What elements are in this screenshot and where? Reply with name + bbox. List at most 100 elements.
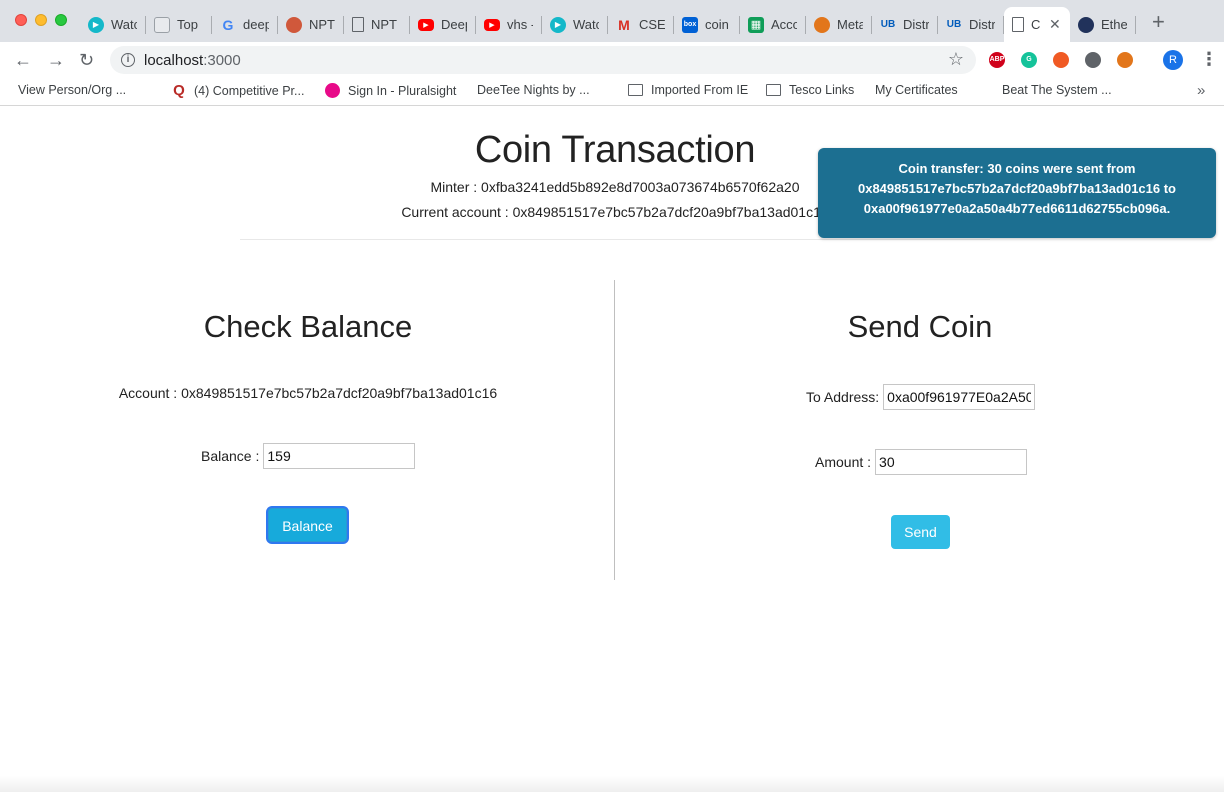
minimize-window-button[interactable] bbox=[35, 14, 47, 26]
tab-7[interactable]: ▶ Watc bbox=[542, 7, 608, 42]
bookmark-label: Sign In - Pluralsight bbox=[348, 83, 457, 98]
tab-0[interactable]: ▶ Watc bbox=[80, 7, 146, 42]
bookmark-label: Beat The System ... bbox=[1002, 83, 1112, 97]
folder-icon bbox=[628, 84, 643, 96]
address-bar[interactable]: i localhost:3000 ☆ bbox=[110, 46, 976, 74]
send-button[interactable]: Send bbox=[891, 515, 950, 549]
tab-label: Distr bbox=[903, 17, 929, 32]
bookmark-item[interactable]: Beat The System ... bbox=[1002, 83, 1112, 204]
tab-14[interactable]: C ✕ bbox=[1004, 7, 1070, 42]
balance-button[interactable]: Balance bbox=[268, 508, 347, 542]
nptel-icon bbox=[286, 16, 302, 33]
url-text: localhost:3000 bbox=[144, 52, 241, 69]
to-address-input[interactable] bbox=[883, 384, 1036, 410]
bookmark-star-icon[interactable]: ☆ bbox=[948, 49, 964, 70]
header-divider bbox=[240, 239, 990, 240]
sheets-icon: ▦ bbox=[748, 16, 764, 33]
to-address-row: To Address: bbox=[806, 384, 1036, 410]
bookmark-item[interactable]: Q (4) Competitive Pr... bbox=[172, 83, 304, 99]
tab-10[interactable]: ▦ Acco bbox=[740, 7, 806, 42]
tab-13[interactable]: UB Distr bbox=[938, 7, 1004, 42]
balance-row: Balance : bbox=[201, 443, 416, 469]
metamask-extension-icon[interactable] bbox=[1117, 52, 1133, 68]
bookmark-label: View Person/Org ... bbox=[18, 83, 127, 97]
bookmark-item[interactable]: My Certificates bbox=[875, 83, 958, 204]
check-balance-heading: Check Balance bbox=[203, 309, 413, 344]
tab-label: Watc bbox=[573, 17, 599, 32]
forward-button[interactable]: → bbox=[47, 50, 65, 70]
box-icon: box bbox=[682, 16, 698, 33]
tab-1[interactable]: Top bbox=[146, 7, 212, 42]
transfer-notification[interactable]: Coin transfer: 30 coins were sent from 0… bbox=[818, 148, 1216, 238]
amount-input[interactable] bbox=[875, 449, 1028, 475]
image-icon bbox=[154, 16, 170, 33]
reload-button[interactable]: ↻ bbox=[79, 50, 94, 70]
tab-15[interactable]: Ethe bbox=[1070, 7, 1136, 42]
close-tab-icon[interactable]: ✕ bbox=[1049, 16, 1061, 33]
tab-12[interactable]: UB Distr bbox=[872, 7, 938, 42]
youtube-icon: ▶ bbox=[418, 18, 434, 31]
tab-label: Ethe bbox=[1101, 17, 1127, 32]
balance-label: Balance : bbox=[201, 448, 260, 464]
tab-4[interactable]: NPTE bbox=[344, 7, 410, 42]
amount-row: Amount : bbox=[815, 449, 1028, 475]
flame-extension-icon[interactable] bbox=[1053, 52, 1069, 68]
play-circle-icon: ▶ bbox=[550, 16, 566, 33]
ub-icon: UB bbox=[946, 19, 962, 30]
gmail-icon: M bbox=[618, 16, 630, 33]
youtube-icon: ▶ bbox=[484, 18, 500, 31]
tab-6[interactable]: ▶ vhs - bbox=[476, 7, 542, 42]
grammarly-icon[interactable]: G bbox=[1021, 52, 1037, 68]
tab-label: Deep bbox=[441, 17, 467, 32]
tab-label: Top bbox=[177, 17, 198, 32]
send-coin-heading: Send Coin bbox=[847, 309, 993, 344]
tab-11[interactable]: Meta bbox=[806, 7, 872, 42]
new-tab-button[interactable]: + bbox=[1152, 11, 1165, 33]
bookmark-label: My Certificates bbox=[875, 83, 958, 97]
bookmark-item[interactable]: View Person/Org ... bbox=[18, 83, 127, 204]
tab-8[interactable]: M CSE bbox=[608, 7, 674, 42]
etherscan-icon bbox=[1078, 16, 1094, 33]
tab-strip: ▶ Watc Top Gdeep NPTE NPTE ▶ Deep ▶ vhs - ▶ Watc M CS… bbox=[0, 0, 1224, 42]
google-icon: G bbox=[222, 16, 234, 33]
tab-label: Watc bbox=[111, 17, 137, 32]
page-icon bbox=[352, 17, 364, 32]
tab-9[interactable]: box coin bbox=[674, 7, 740, 42]
maximize-window-button[interactable] bbox=[55, 14, 67, 26]
tab-label: NPTE bbox=[309, 17, 335, 32]
bookmark-label: Imported From IE bbox=[651, 83, 749, 97]
browser-toolbar: ← → ↻ i localhost:3000 ☆ ABP G R ⋮ bbox=[0, 42, 1224, 78]
to-address-label: To Address: bbox=[806, 389, 880, 405]
tab-label: Acco bbox=[771, 17, 797, 32]
bookmark-item[interactable]: DeeTee Nights by ... bbox=[477, 83, 590, 204]
profile-avatar[interactable]: R bbox=[1163, 50, 1183, 70]
page-icon bbox=[1012, 17, 1024, 32]
bookmark-item[interactable]: Imported From IE bbox=[628, 83, 748, 97]
bookmarks-overflow-icon[interactable]: » bbox=[1197, 82, 1205, 99]
tab-5[interactable]: ▶ Deep bbox=[410, 7, 476, 42]
amount-label: Amount : bbox=[815, 454, 872, 470]
close-window-button[interactable] bbox=[15, 14, 27, 26]
tab-label: vhs - bbox=[507, 17, 533, 32]
bookmark-label: Tesco Links bbox=[789, 83, 855, 97]
browser-menu-icon[interactable]: ⋮ bbox=[1200, 48, 1218, 70]
quora-icon: Q bbox=[173, 82, 185, 99]
adblock-icon[interactable]: ABP bbox=[989, 52, 1005, 68]
site-info-icon[interactable]: i bbox=[121, 53, 135, 67]
tab-3[interactable]: NPTE bbox=[278, 7, 344, 42]
tab-list: ▶ Watc Top Gdeep NPTE NPTE ▶ Deep ▶ vhs - ▶ Watc M CS… bbox=[80, 7, 1136, 42]
back-button[interactable]: ← bbox=[14, 50, 32, 70]
bookmark-item[interactable]: Sign In - Pluralsight bbox=[325, 83, 456, 98]
tab-label: CSE bbox=[639, 17, 665, 32]
pluralsight-icon bbox=[325, 83, 340, 98]
tab-2[interactable]: Gdeep bbox=[212, 7, 278, 42]
tab-label: deep bbox=[243, 17, 269, 32]
metamask-icon bbox=[814, 16, 830, 33]
bookmark-item[interactable]: Tesco Links bbox=[766, 83, 854, 97]
bookmark-label: (4) Competitive Pr... bbox=[194, 84, 305, 98]
balance-input[interactable] bbox=[263, 443, 416, 469]
play-circle-icon: ▶ bbox=[88, 16, 104, 33]
bookmarks-bar: » View Person/Org ... Q (4) Competitive Pr… bbox=[0, 78, 1224, 204]
window-bottom-edge bbox=[0, 776, 1224, 792]
chat-extension-icon[interactable] bbox=[1085, 52, 1101, 68]
